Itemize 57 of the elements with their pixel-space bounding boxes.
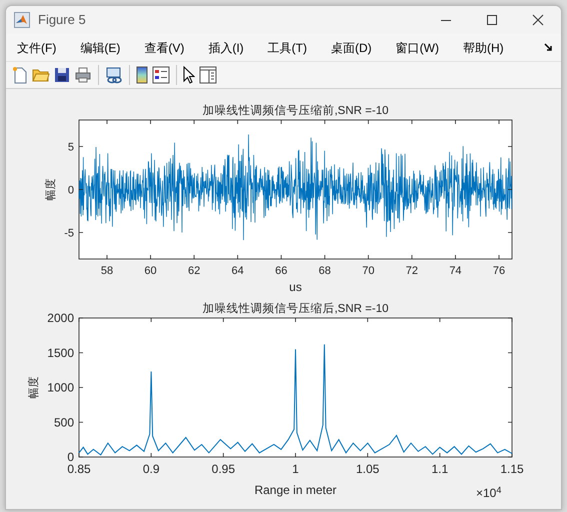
axis-exponent: ×10$^{4}$ [476,487,502,499]
y-tick-label: 0 [68,184,74,196]
colorbar-icon [136,66,148,84]
x-tick-label: 60 [144,265,157,277]
folder-icon [32,67,50,83]
y-tick-label: 2000 [47,311,74,325]
y-tick-label: 500 [54,415,74,430]
x-axis-label: us [289,280,302,294]
new-document-icon [12,66,28,84]
maximize-icon [486,14,498,26]
x-tick-label: 62 [188,265,200,277]
colorbar-button[interactable] [134,64,150,86]
x-tick-label: 64 [232,265,244,277]
x-tick-label: 68 [318,265,331,277]
x-tick-label: 76 [492,265,506,277]
menu-item[interactable]: 编辑(E) [73,36,128,58]
property-panel-button[interactable] [197,64,219,86]
x-tick-label: 66 [275,265,288,277]
panel-icon [199,66,217,84]
y-tick-label: 5 [68,142,74,154]
y-tick-label: 0 [67,450,74,464]
linked-plot-icon [105,66,123,84]
x-tick-label: 1.15 [500,462,524,476]
legend-button[interactable] [150,64,172,86]
plot-title: 加噪线性调频信号压缩前,SNR =-10 [202,105,388,117]
pointer-arrow-icon [183,66,195,84]
x-axis-label: Range in meter [254,483,337,497]
x-tick-label: 72 [406,265,418,277]
pointer-button[interactable] [181,64,197,86]
printer-icon [74,67,92,83]
menu-item[interactable]: 文件(F) [10,36,64,58]
chart-title: 加噪线性调频信号压缩后,SNR =-10 [202,303,388,315]
x-tick-label: 70 [362,265,374,277]
y-axis-label: 幅度 [45,178,57,200]
app-logo-icon [14,12,30,28]
menu-item[interactable]: 桌面(D) [324,36,379,58]
x-tick-label: 0.85 [67,462,91,476]
menu-item[interactable]: 窗口(W) [388,36,446,58]
x-tick-label: 0.95 [212,462,236,476]
menu-item[interactable]: 查看(V) [137,36,192,58]
y-axis-label: 幅度 [28,376,40,398]
y-tick-label: -5 [64,228,74,240]
window-title: Figure 5 [38,11,86,30]
x-tick-label: 1 [292,462,299,476]
menu-item[interactable]: 帮助(H) [456,36,511,58]
y-tick-label: 1000 [47,380,74,394]
legend-icon [152,66,170,84]
x-tick-label: 58 [100,265,114,277]
close-icon [532,14,544,26]
menu-item[interactable]: 工具(T) [260,36,314,58]
x-tick-label: 1.1 [432,462,448,476]
x-tick-label: 0.9 [142,462,160,476]
x-tick-label: 1.05 [356,462,380,476]
x-tick-label: 74 [449,265,462,277]
menu-item[interactable]: 插入(I) [201,36,251,58]
dock-arrow-icon[interactable] [544,43,553,52]
y-tick-label: 1500 [47,346,74,360]
